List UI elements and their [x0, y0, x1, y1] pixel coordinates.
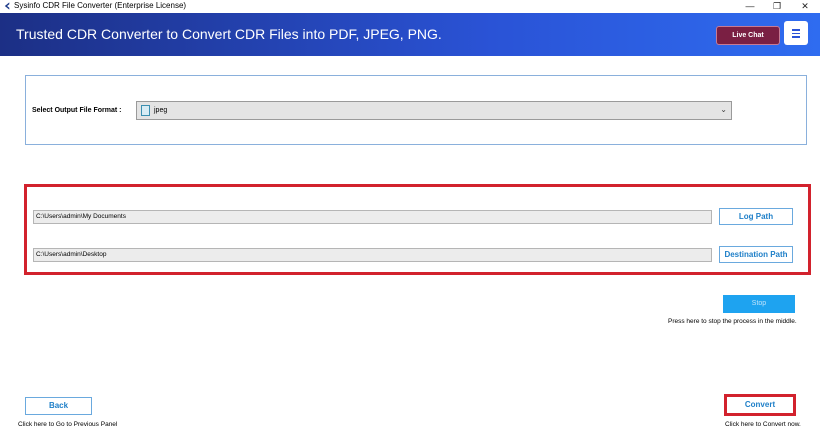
stop-button[interactable]: Stop — [723, 295, 795, 313]
chevron-down-icon: ⌄ — [720, 105, 727, 114]
destination-path-button[interactable]: Destination Path — [719, 246, 793, 263]
restore-button[interactable]: ❐ — [765, 0, 789, 13]
convert-highlight: Convert — [724, 394, 796, 416]
image-file-icon — [141, 105, 150, 116]
header-headline: Trusted CDR Converter to Convert CDR Fil… — [16, 26, 442, 42]
output-format-label: Select Output File Format : — [32, 107, 122, 114]
header-banner: Trusted CDR Converter to Convert CDR Fil… — [0, 13, 820, 56]
close-button[interactable]: ✕ — [793, 0, 817, 13]
back-button[interactable]: Back — [25, 397, 92, 415]
live-chat-button[interactable]: Live Chat — [716, 26, 780, 45]
stop-hint: Press here to stop the process in the mi… — [668, 318, 797, 325]
back-hint: Click here to Go to Previous Panel — [18, 421, 118, 428]
log-path-button[interactable]: Log Path — [719, 208, 793, 225]
menu-button[interactable] — [784, 21, 808, 45]
output-format-panel: Select Output File Format : jpeg ⌄ — [25, 75, 807, 145]
convert-hint: Click here to Convert now. — [725, 421, 801, 428]
output-format-dropdown[interactable]: jpeg ⌄ — [136, 101, 732, 120]
destination-path-input[interactable]: C:\Users\admin\Desktop — [33, 248, 712, 262]
app-logo-icon — [4, 2, 10, 10]
window-title: Sysinfo CDR File Converter (Enterprise L… — [14, 1, 187, 10]
convert-button[interactable]: Convert — [728, 398, 792, 412]
paths-panel: C:\Users\admin\My Documents Log Path C:\… — [24, 184, 811, 275]
log-path-input[interactable]: C:\Users\admin\My Documents — [33, 210, 712, 224]
window-titlebar: Sysinfo CDR File Converter (Enterprise L… — [0, 0, 820, 13]
minimize-button[interactable]: — — [738, 0, 762, 13]
output-format-value: jpeg — [154, 107, 168, 114]
